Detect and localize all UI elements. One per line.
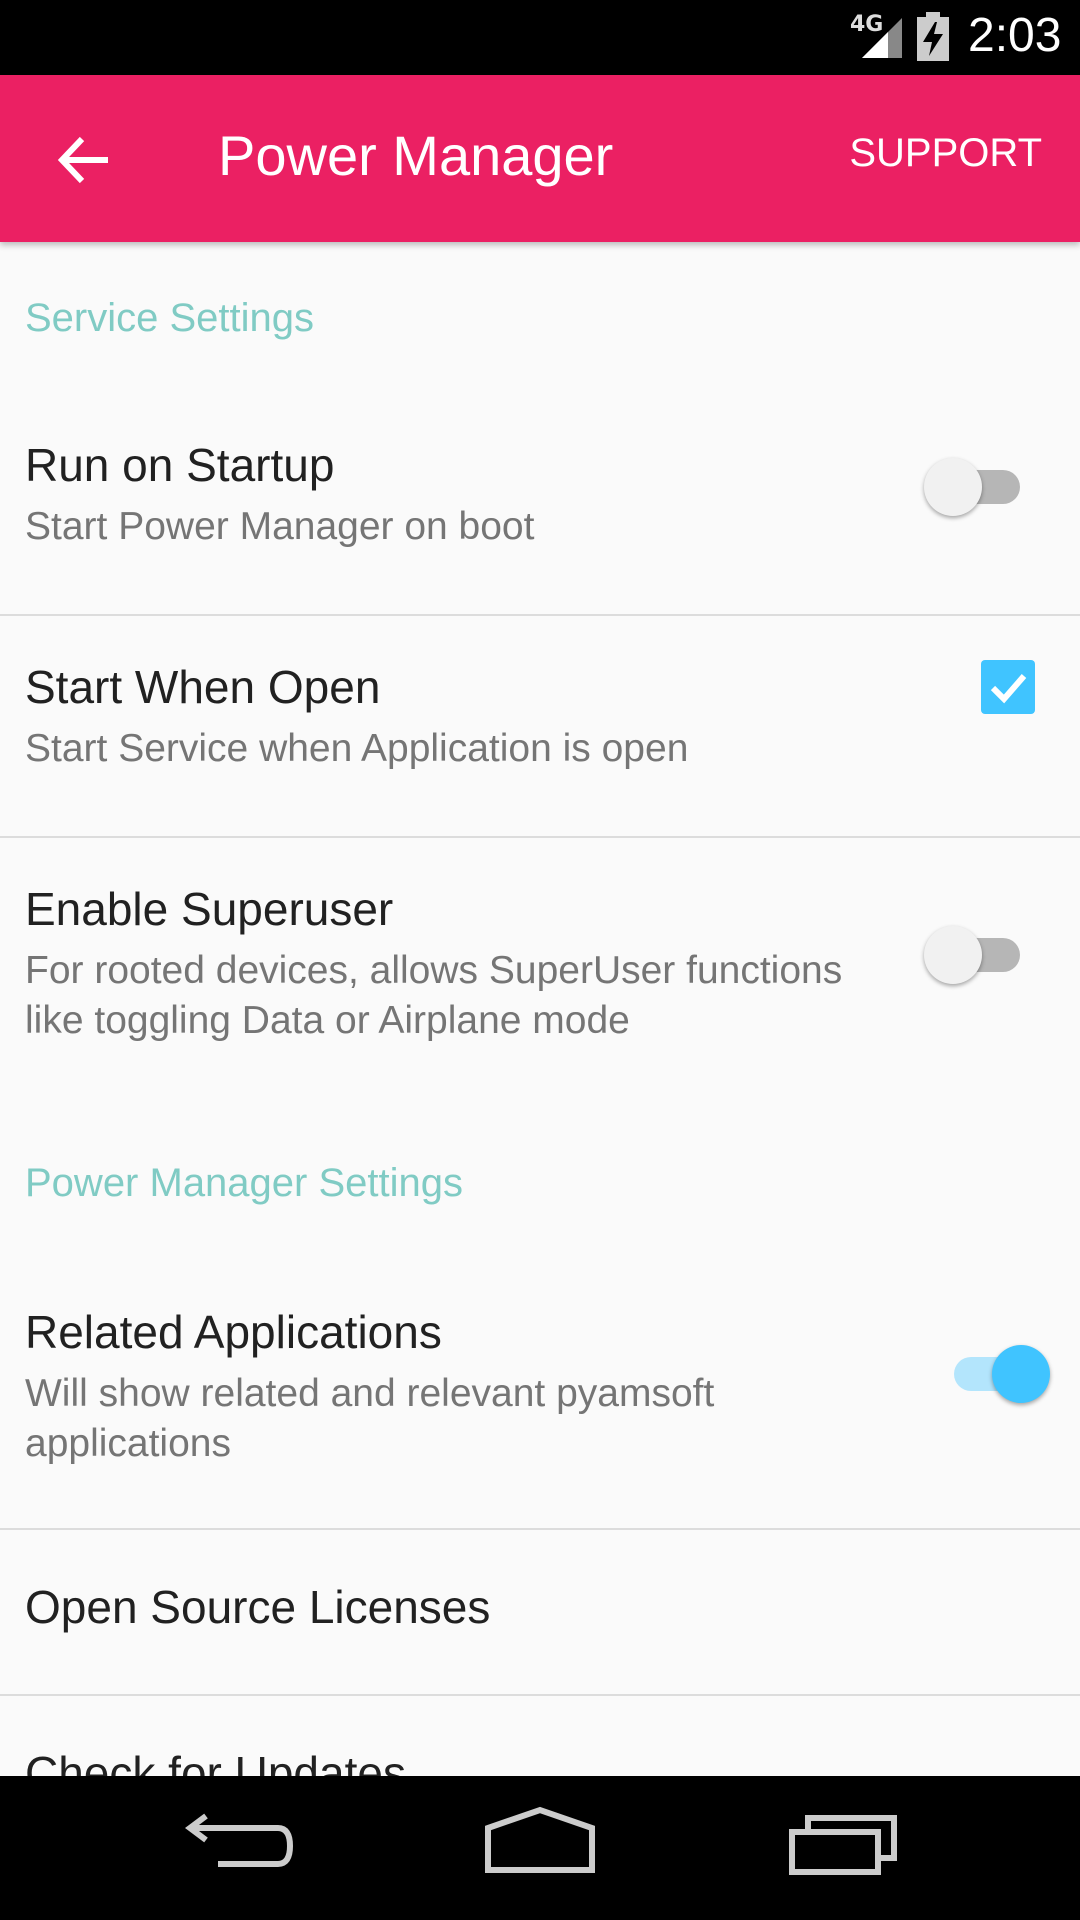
- setting-summary: Start Power Manager on boot: [25, 505, 535, 548]
- setting-open-source-licenses[interactable]: Open Source Licenses: [0, 1530, 1080, 1694]
- support-button[interactable]: SUPPORT: [849, 131, 1042, 176]
- navigation-bar: [0, 1776, 1080, 1920]
- divider: [0, 836, 1080, 838]
- setting-summary: Will show related and relevant pyamsoft …: [25, 1372, 715, 1465]
- setting-run-on-startup[interactable]: Run on Startup Start Power Manager on bo…: [0, 438, 1080, 556]
- setting-title: Open Source Licenses: [25, 1581, 491, 1633]
- arrow-back-icon[interactable]: [40, 115, 130, 205]
- setting-enable-superuser[interactable]: Enable Superuser For rooted devices, all…: [0, 882, 1080, 1050]
- nav-home-icon[interactable]: [480, 1806, 600, 1886]
- section-header-service-settings: Service Settings: [25, 296, 315, 340]
- setting-title: Enable Superuser: [25, 883, 394, 935]
- setting-start-when-open[interactable]: Start When Open Start Service when Appli…: [0, 660, 1080, 778]
- divider: [0, 614, 1080, 616]
- setting-summary: Start Service when Application is open: [25, 727, 689, 770]
- start-when-open-checkbox[interactable]: [981, 660, 1035, 714]
- setting-title: Check for Updates: [25, 1747, 406, 1776]
- setting-title: Related Applications: [25, 1306, 442, 1358]
- nav-back-icon[interactable]: [178, 1806, 298, 1886]
- setting-check-for-updates[interactable]: Check for Updates: [0, 1696, 1080, 1776]
- battery-charging-icon: [917, 12, 949, 61]
- setting-title: Run on Startup: [25, 439, 335, 491]
- setting-related-applications[interactable]: Related Applications Will show related a…: [0, 1305, 1080, 1473]
- setting-title: Start When Open: [25, 661, 381, 713]
- enable-superuser-switch[interactable]: [924, 918, 1034, 988]
- status-bar: 4G 2:03: [0, 0, 1080, 75]
- run-on-startup-switch[interactable]: [924, 450, 1034, 520]
- check-icon: [990, 674, 1027, 704]
- page-title: Power Manager: [218, 124, 614, 187]
- nav-recents-icon[interactable]: [782, 1806, 902, 1886]
- related-applications-switch[interactable]: [940, 1337, 1050, 1407]
- section-header-power-manager-settings: Power Manager Settings: [25, 1161, 464, 1205]
- settings-list: Service Settings Run on Startup Start Po…: [0, 242, 1080, 1776]
- app-bar: Power Manager SUPPORT: [0, 75, 1080, 242]
- clock: 2:03: [968, 9, 1062, 62]
- signal-icon: [862, 18, 902, 58]
- setting-summary: For rooted devices, allows SuperUser fun…: [25, 949, 843, 1042]
